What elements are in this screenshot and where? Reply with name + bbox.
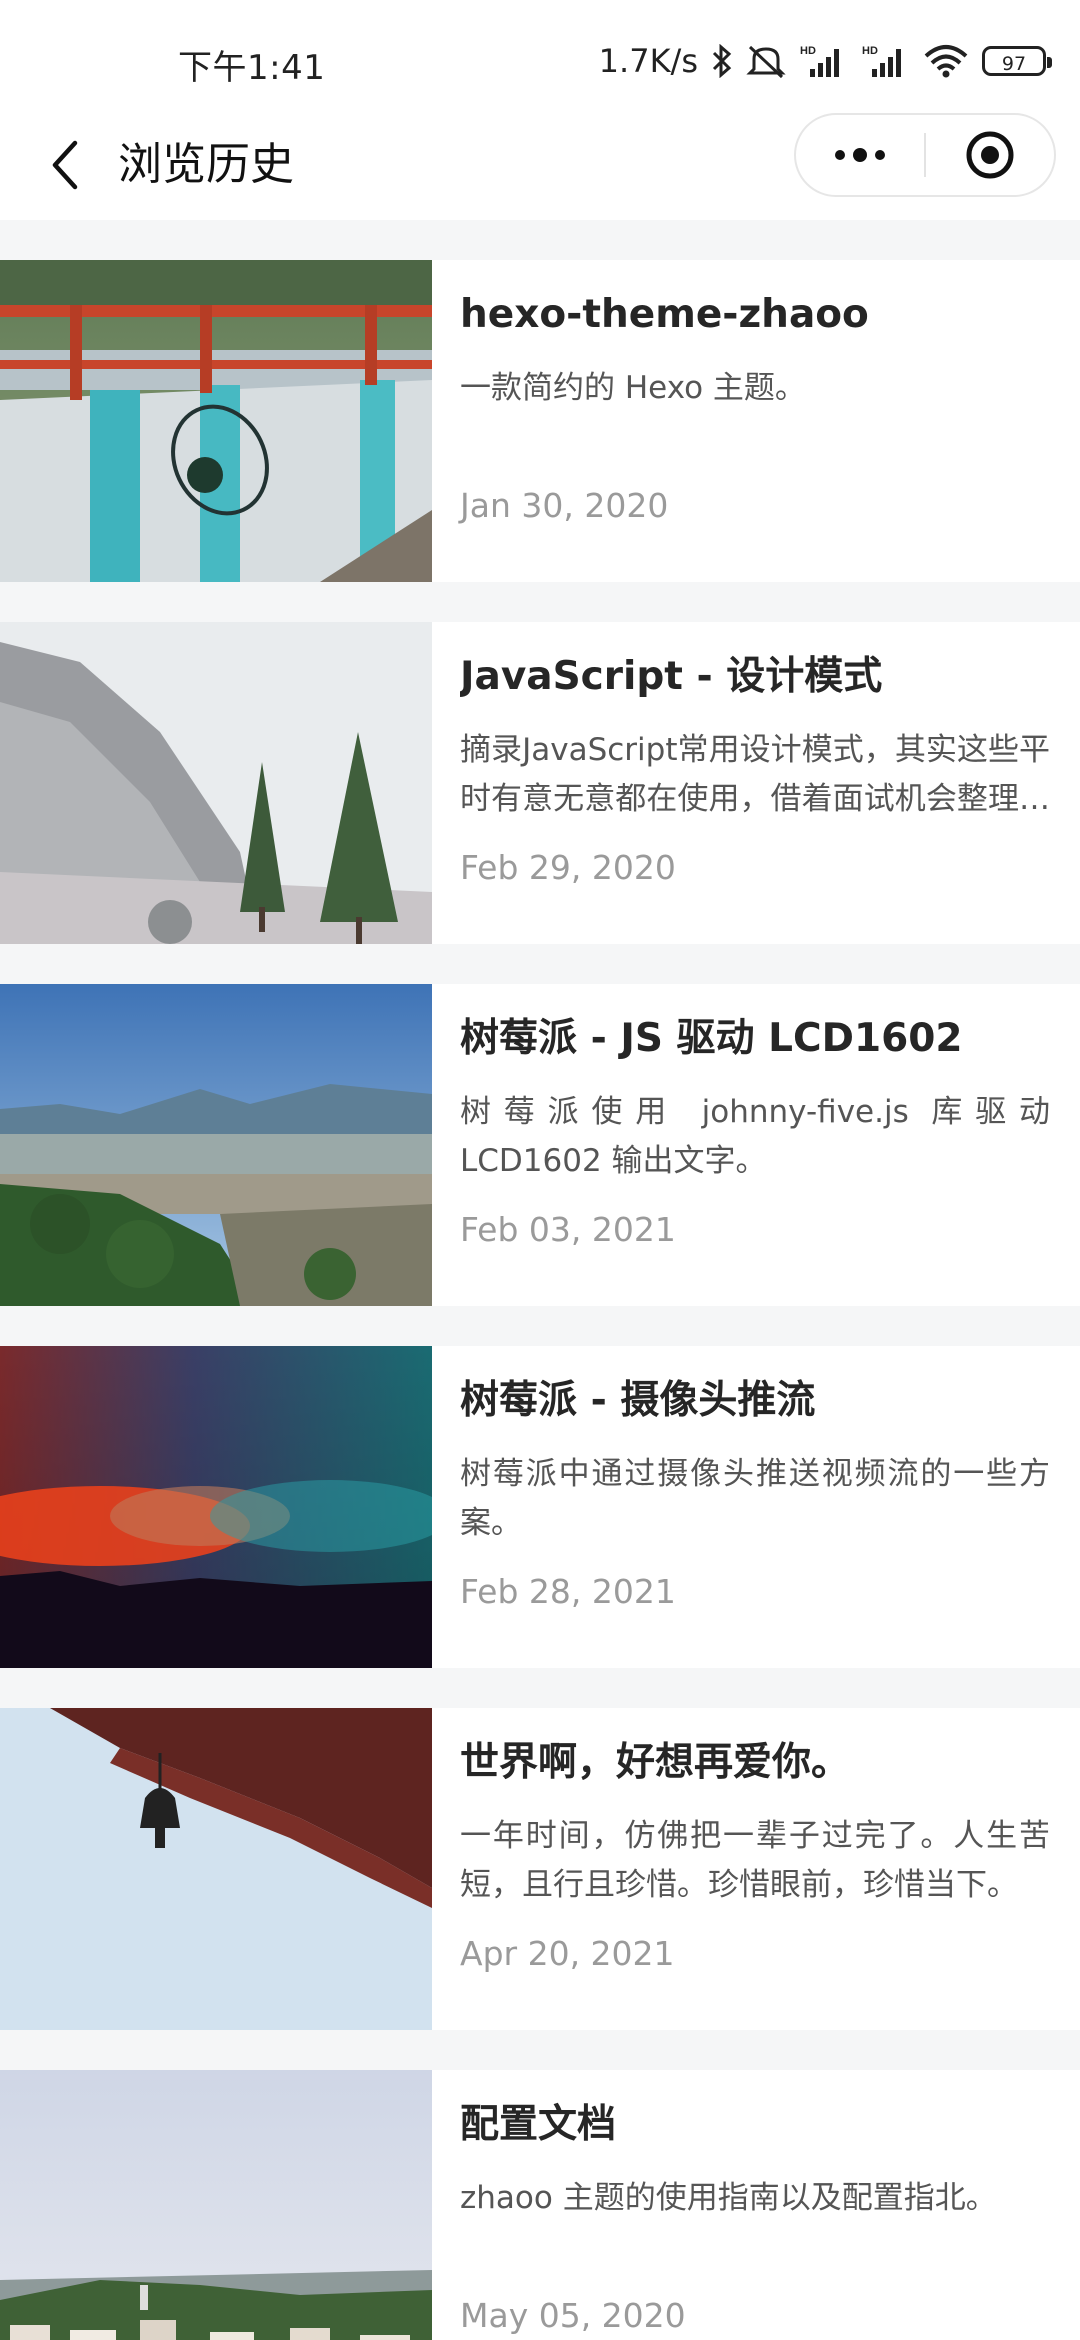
article-card[interactable]: 树莓派 - 摄像头推流 树莓派中通过摄像头推送视频流的一些方案。 Feb 28,… bbox=[0, 1346, 1080, 1668]
bluetooth-icon bbox=[712, 44, 732, 78]
article-description: 摘录JavaScript常用设计模式，其实这些平时有意无意都在使用，借着面试机会… bbox=[460, 732, 1050, 817]
article-title: 树莓派 - 摄像头推流 bbox=[460, 1378, 816, 1423]
hillside-town-photo bbox=[0, 2070, 432, 2340]
article-card[interactable]: hexo-theme-zhaoo 一款简约的 Hexo 主题。 Jan 30, … bbox=[0, 260, 1080, 582]
network-speed: 1.7K/s bbox=[598, 42, 698, 80]
article-date: Feb 29, 2020 bbox=[460, 848, 676, 887]
misty-mountain-photo bbox=[0, 622, 432, 944]
more-button[interactable] bbox=[796, 115, 924, 195]
article-description: zhaoo 主题的使用指南以及配置指北。 bbox=[460, 2180, 997, 2216]
article-card[interactable]: 树莓派 - JS 驱动 LCD1602 树莓派使用 johnny-five.js… bbox=[0, 984, 1080, 1306]
page-title: 浏览历史 bbox=[118, 139, 294, 190]
signal-hd-icon: HD bbox=[800, 43, 848, 79]
chevron-left-icon bbox=[52, 140, 78, 190]
article-title: JavaScript - 设计模式 bbox=[460, 654, 883, 699]
article-date: Feb 28, 2021 bbox=[460, 1572, 676, 1611]
article-card-body: 树莓派 - JS 驱动 LCD1602 树莓派使用 johnny-five.js… bbox=[432, 984, 1080, 1306]
article-card[interactable]: 世界啊，好想再爱你。 一年时间，仿佛把一辈子过完了。人生苦短，且行且珍惜。珍惜眼… bbox=[0, 1708, 1080, 2030]
article-date: Jan 30, 2020 bbox=[460, 486, 669, 525]
article-card-body: hexo-theme-zhaoo 一款简约的 Hexo 主题。 Jan 30, … bbox=[432, 260, 1080, 582]
miniprogram-close-icon bbox=[966, 131, 1014, 179]
article-date: May 05, 2020 bbox=[460, 2296, 686, 2335]
city-landscape-photo bbox=[0, 984, 432, 1306]
navigation-bar: 浏览历史 bbox=[0, 110, 1080, 220]
article-list: hexo-theme-zhaoo 一款简约的 Hexo 主题。 Jan 30, … bbox=[0, 220, 1080, 2340]
article-date: Feb 03, 2021 bbox=[460, 1210, 676, 1249]
svg-text:HD: HD bbox=[800, 45, 816, 57]
article-title: 世界啊，好想再爱你。 bbox=[460, 1740, 851, 1785]
article-card-body: 树莓派 - 摄像头推流 树莓派中通过摄像头推送视频流的一些方案。 Feb 28,… bbox=[432, 1346, 1080, 1668]
close-miniprogram-button[interactable] bbox=[926, 115, 1054, 195]
status-time: 下午1:41 bbox=[178, 48, 326, 88]
article-description: 树莓派使用 johnny-five.js 库驱动 LCD1602 输出文字。 bbox=[460, 1094, 1050, 1179]
signal-hd-icon: HD bbox=[862, 43, 910, 79]
article-date: Apr 20, 2021 bbox=[460, 1934, 675, 1973]
article-card-body: 配置文档 zhaoo 主题的使用指南以及配置指北。 May 05, 2020 bbox=[432, 2070, 1080, 2340]
history-list-container[interactable]: hexo-theme-zhaoo 一款简约的 Hexo 主题。 Jan 30, … bbox=[0, 220, 1080, 2340]
back-button[interactable] bbox=[30, 130, 100, 200]
article-title: hexo-theme-zhaoo bbox=[460, 292, 869, 337]
status-icons: 1.7K/s HD HD 97 bbox=[598, 38, 1052, 84]
wifi-icon bbox=[924, 44, 968, 78]
article-title: 树莓派 - JS 驱动 LCD1602 bbox=[460, 1016, 963, 1061]
article-description: 一款简约的 Hexo 主题。 bbox=[460, 370, 806, 406]
article-description: 一年时间，仿佛把一辈子过完了。人生苦短，且行且珍惜。珍惜眼前，珍惜当下。 bbox=[460, 1818, 1050, 1903]
article-card-body: JavaScript - 设计模式 摘录JavaScript常用设计模式，其实这… bbox=[432, 622, 1080, 944]
article-card-body: 世界啊，好想再爱你。 一年时间，仿佛把一辈子过完了。人生苦短，且行且珍惜。珍惜眼… bbox=[432, 1708, 1080, 2030]
status-bar: 下午1:41 1.7K/s HD HD 97 bbox=[0, 0, 1080, 110]
temple-bell-photo bbox=[0, 1708, 432, 2030]
article-card[interactable]: 配置文档 zhaoo 主题的使用指南以及配置指北。 May 05, 2020 bbox=[0, 2070, 1080, 2340]
sunset-gradient-photo bbox=[0, 1346, 432, 1668]
battery-icon: 97 bbox=[982, 46, 1052, 76]
railing-bridge-photo bbox=[0, 260, 432, 582]
article-title: 配置文档 bbox=[460, 2102, 617, 2147]
more-dots-icon bbox=[835, 148, 885, 162]
article-card[interactable]: JavaScript - 设计模式 摘录JavaScript常用设计模式，其实这… bbox=[0, 622, 1080, 944]
mute-alarm-icon bbox=[746, 43, 786, 79]
article-description: 树莓派中通过摄像头推送视频流的一些方案。 bbox=[460, 1456, 1050, 1541]
svg-text:HD: HD bbox=[862, 45, 878, 57]
miniprogram-capsule bbox=[794, 113, 1056, 197]
